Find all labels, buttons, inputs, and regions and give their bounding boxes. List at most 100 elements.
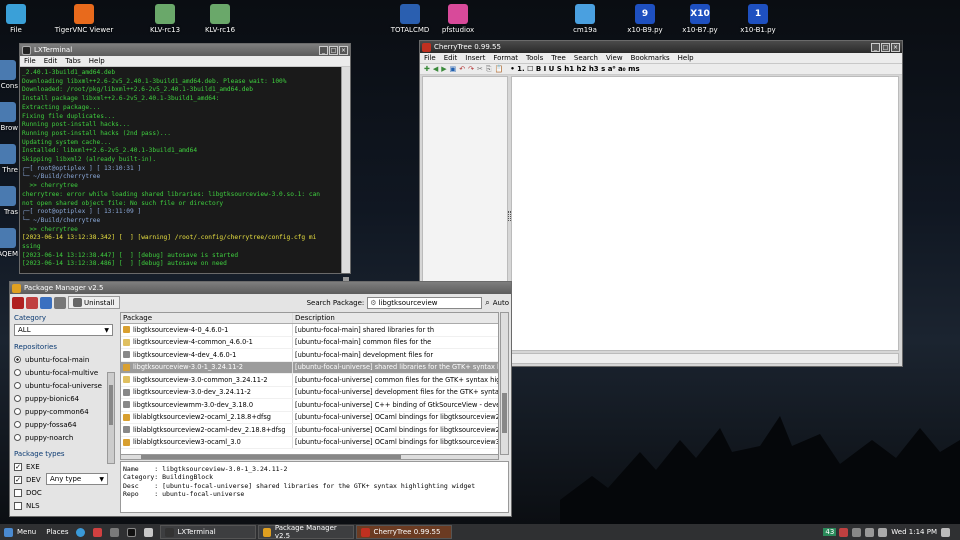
desktop-left-icon-1[interactable]: Brow <box>0 102 18 132</box>
table-vscrollbar[interactable] <box>500 312 509 455</box>
menu-edit[interactable]: Edit <box>40 57 62 65</box>
radio-button[interactable] <box>14 382 21 389</box>
maximize-button[interactable]: □ <box>329 45 338 55</box>
pm-titlebar[interactable]: Package Manager v2.5 <box>10 282 511 294</box>
table-row[interactable]: libgtksourceview-3.0-dev_3.24.11-2 [ubunt… <box>121 386 498 399</box>
radio-button[interactable] <box>14 434 21 441</box>
copy-icon[interactable]: ⎘ <box>486 65 492 74</box>
taskbar-task[interactable]: Package Manager v2.5 <box>257 524 354 540</box>
clock[interactable]: Wed 1:14 PM <box>891 528 937 536</box>
taskbar-task[interactable]: LXTerminal <box>159 525 256 539</box>
type-select[interactable]: Any type ▼ <box>46 473 108 485</box>
text-editor[interactable] <box>511 76 899 351</box>
uninstall-button[interactable]: Uninstall <box>68 296 120 309</box>
type-option[interactable]: ✓ EXE <box>10 460 117 473</box>
desktop-left-icon-0[interactable]: Cons <box>0 60 18 90</box>
table-row[interactable]: liblablgtksourceview3-ocaml_3.0 [ubuntu-f… <box>121 436 498 449</box>
radio-button[interactable] <box>14 356 21 363</box>
redo-icon[interactable]: ↷ <box>468 65 474 73</box>
desktop-left-icon-4[interactable]: AQEM <box>0 228 18 258</box>
minimize-button[interactable]: _ <box>319 45 328 55</box>
undo-icon[interactable]: ↶ <box>459 65 465 73</box>
close-button[interactable]: × <box>339 45 348 55</box>
menu-insert[interactable]: Insert <box>461 54 489 62</box>
quicklaunch-browser[interactable] <box>75 525 90 539</box>
taskbar-task[interactable]: CherryTree 0.99.55 <box>355 525 452 539</box>
tray-volume-icon[interactable] <box>865 527 875 537</box>
desktop-icon-9[interactable]: 1 x10-B1.py <box>728 4 788 34</box>
type-option[interactable]: NLS <box>10 499 117 512</box>
maximize-button[interactable]: □ <box>881 42 890 52</box>
repo-option[interactable]: ubuntu-focal-main <box>10 353 107 366</box>
cut-icon[interactable]: ✂ <box>477 65 483 73</box>
repo-option[interactable]: puppy-noarch <box>10 431 107 444</box>
column-description[interactable]: Description <box>293 313 498 323</box>
table-row[interactable]: libgtksourceview-4-0_4.6.0-1 [ubuntu-foca… <box>121 324 498 337</box>
back-icon[interactable]: ◀ <box>433 65 438 73</box>
start-menu-button[interactable]: Menu <box>0 525 40 539</box>
desktop-icon-5[interactable]: pfstudiox <box>428 4 488 34</box>
refresh-icon[interactable] <box>40 296 52 309</box>
package-table[interactable]: Package Description libgtksourceview-4-0… <box>120 312 499 455</box>
menu-help[interactable]: Help <box>85 57 109 65</box>
desktop-left-icon-3[interactable]: Tras <box>0 186 18 216</box>
radio-button[interactable] <box>14 421 21 428</box>
desktop-icon-7[interactable]: 9 x10-B9.py <box>615 4 675 34</box>
cherrytree-titlebar[interactable]: CherryTree 0.99.55 _ □ × <box>420 41 902 53</box>
tray-power-icon[interactable] <box>878 527 888 537</box>
desktop-icon-6[interactable]: cm19a <box>555 4 615 34</box>
repo-scrollbar[interactable] <box>107 372 115 464</box>
table-row[interactable]: libgtksourceviewmm-3.0-dev_3.18.0 [ubuntu… <box>121 399 498 412</box>
search-input[interactable]: libgtksourceview <box>379 299 438 307</box>
show-desktop-icon[interactable] <box>941 527 950 537</box>
quicklaunch-desktop[interactable] <box>143 525 158 539</box>
repo-option[interactable]: puppy-bionic64 <box>10 392 107 405</box>
desktop-icon-1[interactable]: TigerVNC Viewer <box>54 4 114 34</box>
install-icon[interactable] <box>12 296 24 309</box>
terminal-titlebar[interactable]: LXTerminal _ □ × <box>20 44 350 56</box>
quicklaunch-terminal[interactable] <box>126 525 141 539</box>
terminal-scrollbar[interactable] <box>341 67 350 291</box>
terminal-window[interactable]: LXTerminal _ □ × File Edit Tabs Help _2.… <box>19 43 351 291</box>
desktop-icon-8[interactable]: X10 x10-B7.py <box>670 4 730 34</box>
table-row[interactable]: liblablgtksourceview2-ocaml-dev_2.18.8+d… <box>121 424 498 437</box>
quicklaunch-files[interactable] <box>92 525 107 539</box>
minimize-button[interactable]: _ <box>871 42 880 52</box>
menu-edit[interactable]: Edit <box>440 54 462 62</box>
repo-option[interactable]: ubuntu-focal-universe <box>10 379 107 392</box>
checkbox[interactable] <box>14 501 22 510</box>
search-icon[interactable]: ⌕ <box>485 298 489 308</box>
table-hscrollbar[interactable] <box>120 454 499 460</box>
type-option[interactable]: DOC <box>10 486 117 499</box>
close-button[interactable]: × <box>891 42 900 52</box>
terminal-output[interactable]: _2.40.1-3build1_amd64.deb Downloading lib… <box>20 67 341 273</box>
radio-button[interactable] <box>14 369 21 376</box>
desktop-icon-2[interactable]: KLV-rc13 <box>135 4 195 34</box>
search-field[interactable]: ⚙ libgtksourceview <box>367 296 483 309</box>
workspace-indicator[interactable]: 43 <box>823 528 837 536</box>
menu-search[interactable]: Search <box>570 54 602 62</box>
menu-tabs[interactable]: Tabs <box>61 57 85 65</box>
menu-file[interactable]: File <box>20 57 40 65</box>
quicklaunch-edit[interactable] <box>109 525 124 539</box>
desktop-icon-0[interactable]: File <box>0 4 46 34</box>
forward-icon[interactable]: ▶ <box>441 65 446 73</box>
tray-network-icon[interactable] <box>852 527 862 537</box>
package-manager-window[interactable]: Package Manager v2.5 Uninstall Search Pa… <box>9 281 512 517</box>
category-select[interactable]: ALL ▼ <box>14 324 113 336</box>
remove-icon[interactable] <box>26 296 38 309</box>
table-row[interactable]: libgtksourceview-4-dev_4.6.0-1 [ubuntu-fo… <box>121 349 498 362</box>
menu-format[interactable]: Format <box>489 54 522 62</box>
menu-help[interactable]: Help <box>674 54 698 62</box>
settings-icon[interactable] <box>54 296 66 309</box>
table-row[interactable]: liblablgtksourceview2-ocaml_2.18.8+dfsg [… <box>121 411 498 424</box>
column-package[interactable]: Package <box>121 313 293 323</box>
table-row[interactable]: libgtksourceview-4-common_4.6.0-1 [ubuntu… <box>121 336 498 349</box>
desktop-left-icon-2[interactable]: Thre <box>0 144 18 174</box>
radio-button[interactable] <box>14 408 21 415</box>
menu-tree[interactable]: Tree <box>547 54 570 62</box>
menu-view[interactable]: View <box>602 54 627 62</box>
table-row[interactable]: libgtksourceview-3.0-common_3.24.11-2 [ub… <box>121 374 498 387</box>
new-node-icon[interactable]: ✚ <box>424 65 430 73</box>
repo-option[interactable]: ubuntu-focal-multive <box>10 366 107 379</box>
